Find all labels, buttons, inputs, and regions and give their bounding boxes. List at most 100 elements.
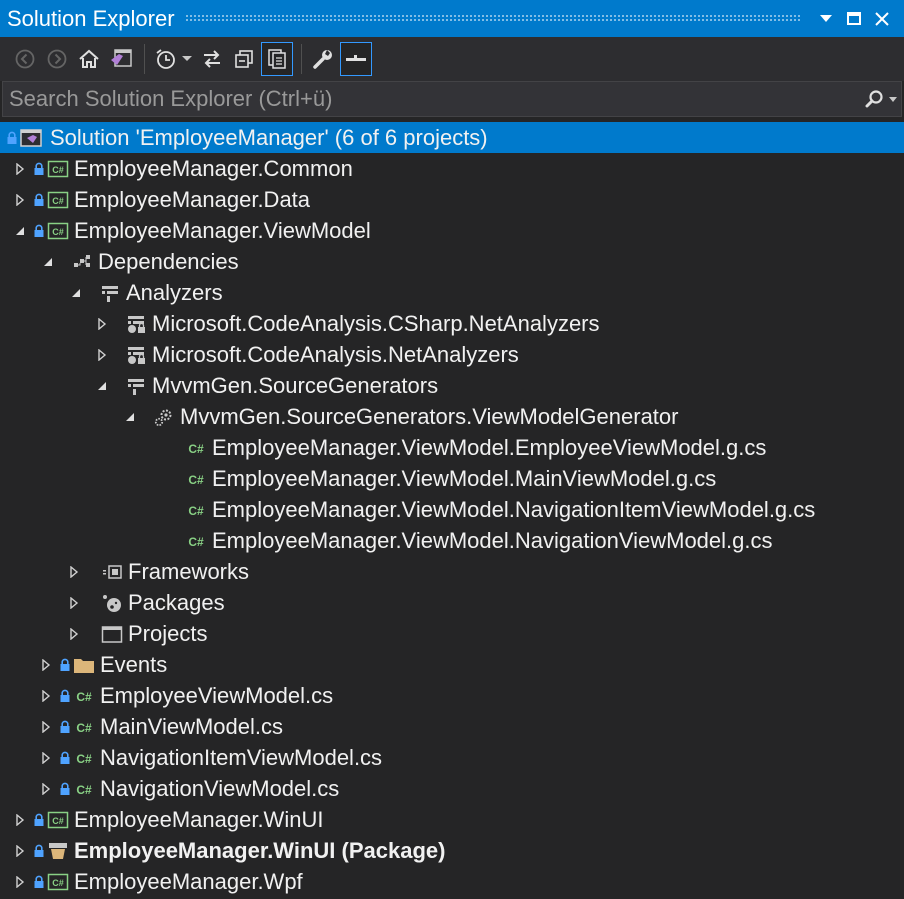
expander-collapsed[interactable]	[11, 866, 29, 897]
tree-item-label: EmployeeManager.Wpf	[74, 868, 303, 894]
expander-collapsed[interactable]	[11, 804, 29, 835]
projects-icon	[101, 623, 123, 645]
tree-item-generated-file[interactable]: EmployeeManager.ViewModel.EmployeeViewMo…	[0, 432, 904, 463]
sync-active-document-button[interactable]	[197, 42, 227, 76]
wrench-icon	[313, 50, 332, 69]
expander-collapsed[interactable]	[37, 680, 55, 711]
csharp-file-icon	[73, 685, 95, 707]
expander-expanded[interactable]	[121, 401, 139, 432]
close-button[interactable]	[868, 0, 896, 37]
tree-item-generated-file[interactable]: EmployeeManager.ViewModel.MainViewModel.…	[0, 463, 904, 494]
tree-item-generated-file[interactable]: EmployeeManager.ViewModel.NavigationView…	[0, 525, 904, 556]
search-icon	[865, 90, 883, 108]
expander-collapsed[interactable]	[11, 153, 29, 184]
tree-item-analyzer-csharp[interactable]: Microsoft.CodeAnalysis.CSharp.NetAnalyze…	[0, 308, 904, 339]
chevron-down-icon	[820, 14, 832, 22]
expander-collapsed[interactable]	[65, 556, 83, 587]
expander-expanded[interactable]	[11, 215, 29, 246]
collapse-all-button[interactable]	[229, 42, 259, 76]
tree-item-analyzer-net[interactable]: Microsoft.CodeAnalysis.NetAnalyzers	[0, 339, 904, 370]
tree-item-label: EmployeeManager.Data	[74, 186, 311, 212]
window-options-dropdown-button[interactable]	[812, 0, 840, 37]
expander-collapsed[interactable]	[37, 773, 55, 804]
forward-button[interactable]	[42, 42, 72, 76]
expander-expanded[interactable]	[39, 246, 57, 277]
expander-collapsed[interactable]	[65, 587, 83, 618]
tree-item-project-winui[interactable]: EmployeeManager.WinUI	[0, 804, 904, 835]
tree-item-file[interactable]: NavigationItemViewModel.cs	[0, 742, 904, 773]
chevron-down-icon	[124, 411, 136, 423]
expander-expanded[interactable]	[93, 370, 111, 401]
tree-item-label: EmployeeManager.ViewModel.NavigationView…	[212, 527, 773, 553]
expander-collapsed[interactable]	[37, 711, 55, 742]
csharp-file-icon	[185, 468, 207, 490]
lock-icon	[59, 782, 71, 796]
toolbar-separator	[144, 44, 145, 74]
chevron-down-icon	[96, 380, 108, 392]
tree-item-file[interactable]: EmployeeViewModel.cs	[0, 680, 904, 711]
chevron-down-icon	[182, 56, 192, 61]
expander-collapsed[interactable]	[11, 835, 29, 866]
maximize-button[interactable]	[840, 0, 868, 37]
expander-expanded[interactable]	[67, 277, 85, 308]
expander-collapsed[interactable]	[37, 742, 55, 773]
expander-collapsed[interactable]	[37, 649, 55, 680]
tree-item-project-wpf[interactable]: EmployeeManager.Wpf	[0, 866, 904, 897]
lock-icon	[33, 875, 45, 889]
search-input[interactable]	[3, 82, 861, 116]
tree-item-label: Events	[100, 651, 168, 677]
analyzer-icon	[125, 313, 147, 335]
tree-item-events-folder[interactable]: Events	[0, 649, 904, 680]
tree-item-label: Dependencies	[98, 248, 239, 274]
tree-item-projects[interactable]: Projects	[0, 618, 904, 649]
search-options-button[interactable]	[861, 83, 901, 115]
expander-collapsed[interactable]	[93, 339, 111, 370]
chevron-right-icon	[40, 659, 52, 671]
csharp-project-icon	[47, 220, 69, 242]
csharp-project-icon	[47, 189, 69, 211]
tree-item-frameworks[interactable]: Frameworks	[0, 556, 904, 587]
analyzer-icon	[125, 375, 147, 397]
tree-item-packages[interactable]: Packages	[0, 587, 904, 618]
tree-item-label: EmployeeManager.ViewModel.EmployeeViewMo…	[212, 434, 767, 460]
title-grip[interactable]	[184, 14, 800, 23]
chevron-right-icon	[68, 597, 80, 609]
visual-studio-icon	[111, 49, 132, 67]
chevron-right-icon	[68, 628, 80, 640]
switch-views-button[interactable]	[106, 42, 136, 76]
tree-item-label: EmployeeViewModel.cs	[100, 682, 334, 708]
expander-collapsed[interactable]	[65, 618, 83, 649]
home-button[interactable]	[74, 42, 104, 76]
csharp-project-icon	[47, 871, 69, 893]
tree-item-project-viewmodel[interactable]: EmployeeManager.ViewModel	[0, 215, 904, 246]
tree-item-generated-file[interactable]: EmployeeManager.ViewModel.NavigationItem…	[0, 494, 904, 525]
csharp-file-icon	[185, 437, 207, 459]
show-all-files-button[interactable]	[261, 42, 293, 76]
tree-item-viewmodel-generator[interactable]: MvvmGen.SourceGenerators.ViewModelGenera…	[0, 401, 904, 432]
chevron-right-icon	[14, 194, 26, 206]
tree-item-file[interactable]: NavigationViewModel.cs	[0, 773, 904, 804]
show-all-files-icon	[268, 49, 286, 69]
preview-selected-items-button[interactable]	[340, 42, 372, 76]
expander-collapsed[interactable]	[93, 308, 111, 339]
tree-item-label: EmployeeManager.ViewModel	[74, 217, 371, 243]
pending-changes-filter-button[interactable]	[151, 42, 195, 76]
chevron-down-icon	[70, 287, 82, 299]
tree-item-solution[interactable]: Solution 'EmployeeManager' (6 of 6 proje…	[0, 122, 904, 153]
tree-item-project-common[interactable]: EmployeeManager.Common	[0, 153, 904, 184]
tree-item-label: NavigationViewModel.cs	[100, 775, 340, 801]
chevron-right-icon	[68, 566, 80, 578]
back-button[interactable]	[10, 42, 40, 76]
tree-item-file[interactable]: MainViewModel.cs	[0, 711, 904, 742]
tree-item-source-generators[interactable]: MvvmGen.SourceGenerators	[0, 370, 904, 401]
properties-button[interactable]	[308, 42, 338, 76]
tree-item-label: Packages	[128, 589, 225, 615]
tree-item-project-data[interactable]: EmployeeManager.Data	[0, 184, 904, 215]
tree-item-analyzers[interactable]: Analyzers	[0, 277, 904, 308]
tree-item-project-winui-package[interactable]: EmployeeManager.WinUI (Package)	[0, 835, 904, 866]
tree-item-dependencies[interactable]: Dependencies	[0, 246, 904, 277]
expander-collapsed[interactable]	[11, 184, 29, 215]
title-bar: Solution Explorer	[0, 0, 904, 37]
sync-icon	[204, 50, 220, 68]
maximize-icon	[847, 12, 861, 25]
